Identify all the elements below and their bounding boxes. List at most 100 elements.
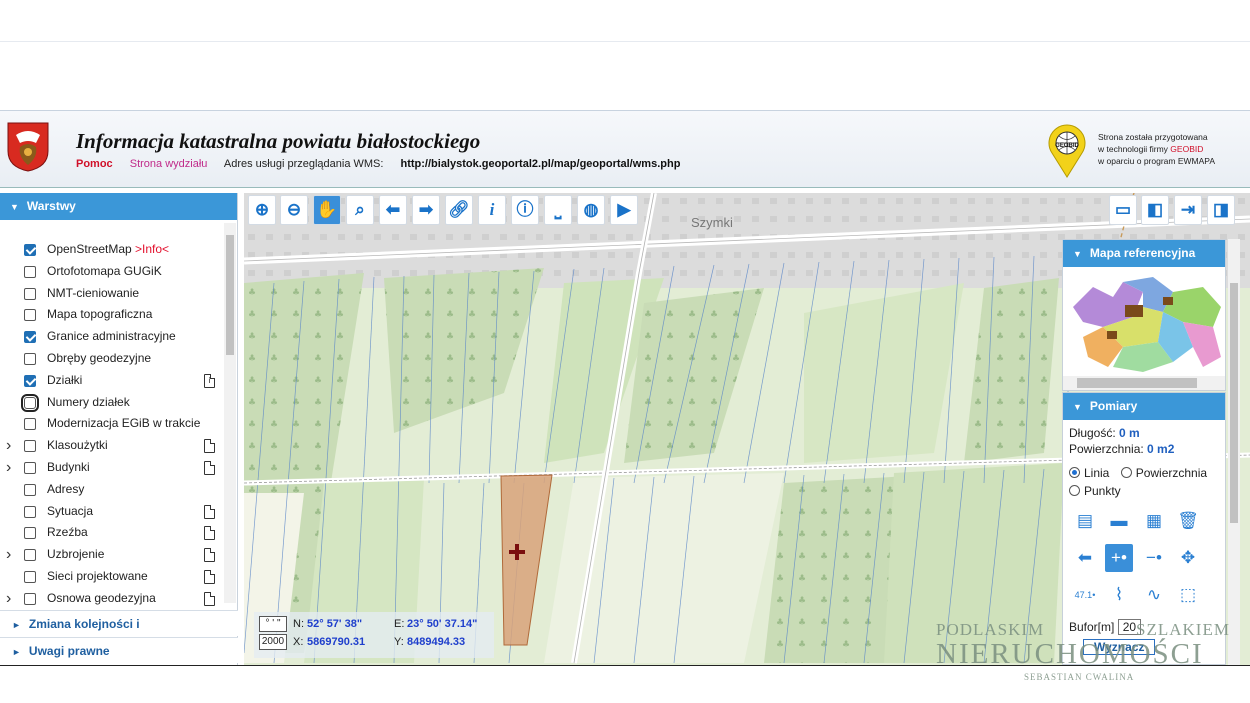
- help-link[interactable]: Pomoc: [76, 158, 113, 170]
- chevron-down-icon: ▼: [1073, 249, 1082, 259]
- layer-row[interactable]: Modernizacja EGiB w trakcie: [0, 413, 224, 435]
- wms-label: Adres usługi przeglądania WMS:: [223, 158, 384, 170]
- move-point-icon[interactable]: ✥: [1174, 544, 1202, 572]
- curve-icon[interactable]: ∿: [1140, 581, 1168, 609]
- label-value-icon[interactable]: 47.1•: [1071, 581, 1099, 609]
- forward-arrow-icon[interactable]: ➡: [412, 195, 440, 225]
- legend-document-icon[interactable]: [204, 504, 215, 519]
- layer-checkbox[interactable]: [24, 440, 36, 453]
- geobid-brand-link[interactable]: GEOBID: [1170, 144, 1203, 154]
- export-icon[interactable]: ⇥: [1174, 195, 1202, 225]
- identify-icon[interactable]: ⓘ: [511, 195, 539, 225]
- layer-row[interactable]: › Budynki: [0, 457, 224, 479]
- layer-row[interactable]: Ortofotomapa GUGiK: [0, 261, 224, 283]
- pan-hand-icon[interactable]: ✋: [313, 195, 341, 225]
- layout-left-icon[interactable]: ◧: [1141, 195, 1169, 225]
- layer-row[interactable]: Sytuacja: [0, 501, 224, 523]
- scrollbar-thumb[interactable]: [226, 235, 234, 355]
- layer-row[interactable]: Rzeźba: [0, 522, 224, 544]
- layout-right-icon[interactable]: ◨: [1207, 195, 1235, 225]
- order-transparency-section[interactable]: ►Zmiana kolejności i przezroczystości: [0, 610, 238, 658]
- info-icon[interactable]: i: [478, 195, 506, 225]
- trash-icon[interactable]: 🗑︎: [1174, 507, 1202, 535]
- place-label-szymki: Szymki: [691, 215, 733, 230]
- layout-full-icon[interactable]: ▭: [1109, 195, 1137, 225]
- zoom-box-icon[interactable]: ⌕: [346, 195, 374, 225]
- layer-row[interactable]: › Klasoużytki: [0, 435, 224, 457]
- layer-row[interactable]: OpenStreetMap >Info<: [0, 239, 224, 261]
- chevron-right-icon[interactable]: ›: [6, 435, 11, 457]
- measurements-heading[interactable]: ▼ Pomiary: [1063, 393, 1225, 420]
- scrollbar-thumb[interactable]: [1077, 378, 1197, 388]
- layer-checkbox[interactable]: [24, 461, 36, 474]
- video-camera-icon[interactable]: ▶: [610, 195, 638, 225]
- layer-checkbox[interactable]: [24, 527, 36, 540]
- layer-row[interactable]: › Uzbrojenie: [0, 544, 224, 566]
- layer-info-document-icon[interactable]: i: [204, 373, 215, 388]
- right-panel-scrollbar[interactable]: [1228, 239, 1240, 665]
- layer-checkbox[interactable]: [24, 549, 36, 562]
- layer-checkbox[interactable]: [21, 393, 39, 412]
- layer-checkbox[interactable]: [24, 570, 36, 583]
- chevron-right-icon[interactable]: ›: [6, 457, 11, 479]
- reference-map-heading[interactable]: ▼ Mapa referencyjna: [1063, 240, 1225, 267]
- save-icon[interactable]: ▦: [1140, 507, 1168, 535]
- dms-toggle[interactable]: ° ' ": [259, 616, 287, 632]
- zoom-in-icon[interactable]: ⊕: [248, 195, 276, 225]
- layer-row[interactable]: Działki i: [0, 370, 224, 392]
- page-title: Informacja katastralna powiatu białostoc…: [76, 129, 481, 153]
- department-link[interactable]: Strona wydziału: [130, 158, 208, 170]
- legend-document-icon[interactable]: [204, 460, 215, 475]
- layers-heading[interactable]: ▼ Warstwy: [0, 193, 237, 220]
- mode-points-radio[interactable]: Punkty: [1069, 484, 1121, 498]
- layer-checkbox[interactable]: [24, 287, 36, 300]
- legend-document-icon[interactable]: [204, 548, 215, 563]
- legend-document-icon[interactable]: [204, 569, 215, 584]
- layer-row[interactable]: › Osnowa geodezyjna: [0, 588, 224, 610]
- mode-area-radio[interactable]: Powierzchnia: [1120, 466, 1207, 480]
- new-document-icon[interactable]: ▤: [1071, 507, 1099, 535]
- layer-checkbox[interactable]: [24, 483, 36, 496]
- layer-checkbox[interactable]: [24, 505, 36, 518]
- cube-icon[interactable]: ⬚: [1174, 581, 1202, 609]
- layer-checkbox[interactable]: [24, 592, 36, 605]
- chevron-right-icon[interactable]: ›: [6, 588, 11, 610]
- layer-checkbox[interactable]: [24, 352, 36, 365]
- layer-checkbox[interactable]: [24, 331, 36, 344]
- layer-row[interactable]: Numery działek: [0, 392, 224, 414]
- wms-url[interactable]: http://bialystok.geoportal2.pl/map/geopo…: [401, 158, 681, 170]
- zoom-out-icon[interactable]: ⊖: [280, 195, 308, 225]
- layer-row[interactable]: NMT-cieniowanie: [0, 283, 224, 305]
- layer-checkbox[interactable]: [24, 418, 36, 431]
- open-folder-icon[interactable]: ▬: [1105, 507, 1133, 535]
- layer-checkbox[interactable]: [24, 244, 36, 256]
- chevron-right-icon[interactable]: ›: [6, 544, 11, 566]
- add-point-icon[interactable]: +•: [1105, 544, 1133, 572]
- layer-row[interactable]: Mapa topograficzna: [0, 304, 224, 326]
- layer-checkbox[interactable]: [24, 265, 36, 278]
- layer-checkbox[interactable]: [24, 309, 36, 322]
- crs-selector[interactable]: 2000: [259, 634, 287, 650]
- layer-checkbox[interactable]: [24, 374, 36, 387]
- measure-ruler-icon[interactable]: ⎵: [544, 195, 572, 225]
- layers-scrollbar[interactable]: [224, 223, 236, 603]
- back-arrow-icon[interactable]: ⬅: [379, 195, 407, 225]
- layer-row[interactable]: Sieci projektowane: [0, 566, 224, 588]
- back-arrow-icon[interactable]: ⬅: [1071, 544, 1099, 572]
- scrollbar-thumb[interactable]: [1230, 283, 1238, 523]
- reference-map-image[interactable]: [1063, 267, 1225, 377]
- legend-document-icon[interactable]: [204, 439, 215, 454]
- layer-row[interactable]: Granice administracyjne: [0, 326, 224, 348]
- link-icon[interactable]: 🔗︎: [445, 195, 473, 225]
- remove-point-icon[interactable]: −•: [1140, 544, 1168, 572]
- legend-document-icon[interactable]: [204, 591, 215, 606]
- mode-line-radio[interactable]: Linia: [1069, 466, 1109, 480]
- layer-row[interactable]: Obręby geodezyjne: [0, 348, 224, 370]
- legal-notes-section[interactable]: ► Uwagi prawne: [0, 637, 238, 663]
- layer-info-link[interactable]: >Info<: [135, 239, 169, 261]
- globe-icon[interactable]: ◍: [577, 195, 605, 225]
- polyline-icon[interactable]: ⌇: [1105, 581, 1133, 609]
- legend-document-icon[interactable]: [204, 526, 215, 541]
- reference-map-scrollbar[interactable]: [1063, 376, 1225, 390]
- layer-row[interactable]: Adresy: [0, 479, 224, 501]
